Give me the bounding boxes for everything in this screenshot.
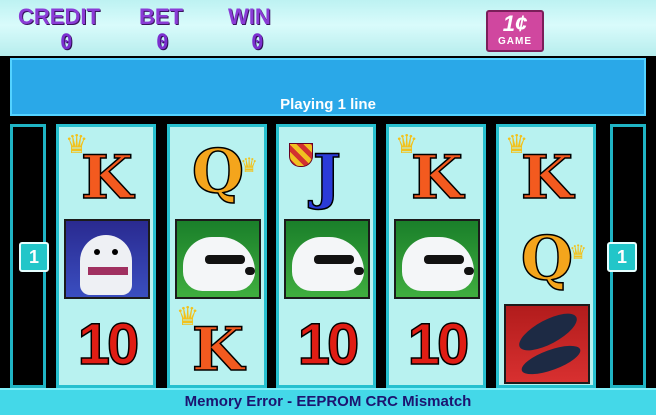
reel-3: J 10 bbox=[276, 124, 376, 388]
crown-icon: ♛ bbox=[240, 155, 258, 177]
reel-2: Q ♛ ♛ K bbox=[167, 124, 267, 388]
reel-2-symbol-3: ♛ K bbox=[174, 301, 262, 385]
reel-4-symbol-1: ♛ K bbox=[393, 129, 481, 213]
crown-icon: ♛ bbox=[176, 301, 200, 331]
win-label: WIN bbox=[228, 4, 271, 29]
reel-1: ♛ K 10 bbox=[56, 124, 156, 388]
reel-2-symbol-2 bbox=[174, 218, 262, 300]
king-symbol: K bbox=[80, 143, 134, 213]
polar-bear-sunglasses-icon bbox=[175, 219, 261, 299]
header-bar: CREDIT 0 BET 0 WIN 0 1¢ GAME bbox=[0, 0, 656, 56]
reel-3-symbol-1: J bbox=[283, 131, 371, 213]
reel-4: ♛ K 10 bbox=[386, 124, 486, 388]
message-panel: Playing 1 line bbox=[10, 58, 646, 116]
logo-subtitle: GAME bbox=[498, 36, 532, 47]
polar-bear-cub-icon bbox=[64, 219, 150, 299]
bet-label: BET bbox=[139, 4, 183, 29]
reel-2-symbol-1: Q ♛ bbox=[174, 131, 262, 213]
crown-icon: ♛ bbox=[65, 129, 89, 159]
king-symbol: K bbox=[520, 143, 574, 213]
crown-icon: ♛ bbox=[505, 129, 529, 159]
reel-3-symbol-3: 10 bbox=[283, 303, 371, 385]
reel-5: ♛ K Q ♛ bbox=[496, 124, 596, 388]
status-bar: Memory Error - EEPROM CRC Mismatch bbox=[0, 388, 656, 415]
king-symbol: K bbox=[410, 143, 464, 213]
shield-icon bbox=[289, 143, 313, 167]
ten-symbol: 10 bbox=[407, 311, 470, 378]
king-symbol: K bbox=[191, 315, 245, 385]
logo-title: 1¢ bbox=[502, 11, 528, 36]
line-indicator-left[interactable]: 1 bbox=[19, 242, 49, 272]
reel-5-symbol-1: ♛ K bbox=[503, 129, 591, 213]
queen-symbol: Q bbox=[191, 137, 245, 207]
reel-4-symbol-2 bbox=[393, 218, 481, 300]
credit-label: CREDIT bbox=[18, 4, 100, 29]
reel-4-symbol-3: 10 bbox=[393, 303, 481, 385]
crown-icon: ♛ bbox=[569, 242, 587, 264]
polar-bear-sunglasses-icon bbox=[394, 219, 480, 299]
game-logo: 1¢ GAME bbox=[486, 10, 544, 52]
reel-1-symbol-1: ♛ K bbox=[63, 129, 151, 213]
reel-5-symbol-3 bbox=[503, 303, 591, 385]
ten-symbol: 10 bbox=[77, 311, 140, 378]
whale-icon bbox=[504, 304, 590, 384]
bet-value: 0 bbox=[156, 30, 169, 54]
polar-bear-sunglasses-icon bbox=[284, 219, 370, 299]
reel-1-symbol-3: 10 bbox=[63, 303, 151, 385]
line-indicator-right[interactable]: 1 bbox=[607, 242, 637, 272]
reel-5-symbol-2: Q ♛ bbox=[503, 218, 591, 300]
crown-icon: ♛ bbox=[395, 129, 419, 159]
message-text: Playing 1 line bbox=[280, 96, 376, 113]
win-value: 0 bbox=[251, 30, 264, 54]
reel-3-symbol-2 bbox=[283, 218, 371, 300]
reel-area: ♛ K 10 Q ♛ ♛ K J 10 ♛ K 10 ♛ K Q ♛ 1 1 bbox=[10, 124, 646, 388]
queen-symbol: Q bbox=[520, 224, 574, 294]
reel-1-symbol-2 bbox=[63, 218, 151, 300]
jack-symbol: J bbox=[312, 142, 342, 212]
credit-value: 0 bbox=[60, 30, 73, 54]
ten-symbol: 10 bbox=[297, 311, 360, 378]
